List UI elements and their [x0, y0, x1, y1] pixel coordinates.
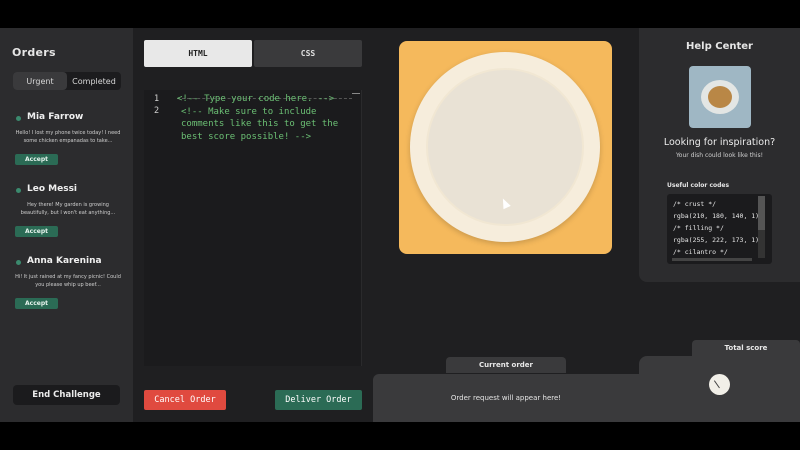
deliver-order-button[interactable]: Deliver Order: [275, 390, 362, 410]
empanada-graphic: [708, 86, 732, 108]
total-score-label: Total score: [692, 340, 800, 356]
preview-panel: Current order Order request will appear …: [373, 28, 639, 422]
order-message: Hello! I lost my phone twice today! I ne…: [15, 130, 121, 144]
color-code-line: /* filling */: [673, 224, 724, 232]
horizontal-scrollbar[interactable]: [672, 258, 752, 261]
tab-completed[interactable]: Completed: [67, 72, 121, 90]
editor-scrollbar[interactable]: [352, 93, 360, 94]
cancel-order-button[interactable]: Cancel Order: [144, 390, 226, 410]
line-number: 1: [154, 94, 160, 104]
color-codes-label: Useful color codes: [667, 182, 730, 189]
tab-css[interactable]: CSS: [254, 40, 362, 67]
order-message: Hi! It just rained at my fancy picnic! C…: [15, 274, 121, 288]
tab-html[interactable]: HTML: [144, 40, 252, 67]
code-line: best score possible! -->: [181, 131, 312, 142]
status-dot-icon: [16, 188, 21, 193]
score-panel: [639, 356, 800, 422]
vertical-scrollbar-thumb[interactable]: [758, 196, 765, 230]
clock-icon: [709, 374, 730, 395]
order-message: Hey there! My garden is growing beautifu…: [20, 202, 116, 216]
color-code-line: /* cilantro */: [673, 248, 728, 256]
color-codes-box[interactable]: /* crust */ rgba(210, 180, 140, 1) /* fi…: [667, 194, 772, 264]
tab-urgent[interactable]: Urgent: [13, 72, 67, 90]
code-line: <!-- Type your code here. -->: [177, 94, 335, 104]
color-code-line: rgba(210, 180, 140, 1): [673, 212, 760, 220]
color-code-line: rgba(255, 222, 173, 1): [673, 236, 760, 244]
orders-sidebar: Orders Urgent Completed Mia Farrow Hello…: [0, 28, 133, 422]
orders-filter: Urgent Completed: [13, 72, 121, 90]
status-dot-icon: [16, 116, 21, 121]
inspiration-question: Looking for inspiration?: [663, 137, 776, 148]
app-frame: Orders Urgent Completed Mia Farrow Hello…: [0, 28, 800, 422]
customer-name: Mia Farrow: [27, 112, 84, 122]
code-line: <!-- Make sure to include: [181, 106, 317, 117]
color-code-line: /* crust */: [673, 200, 717, 208]
code-line: comments like this to get the: [181, 119, 339, 129]
clock-hand: [713, 380, 720, 389]
status-dot-icon: [16, 260, 21, 265]
dish-canvas: [399, 41, 612, 254]
customer-name: Leo Messi: [27, 184, 78, 194]
accept-button[interactable]: Accept: [15, 154, 58, 165]
code-area[interactable]: 1 2 <!-- Type your code here. --> <!-- M…: [144, 90, 362, 366]
customer-name: Anna Karenina: [27, 256, 102, 266]
inspiration-image: [689, 66, 751, 128]
orders-title: Orders: [12, 46, 56, 59]
help-center-title: Help Center: [686, 41, 753, 52]
current-order-label: Current order: [446, 357, 566, 373]
end-challenge-button[interactable]: End Challenge: [13, 385, 120, 405]
accept-button[interactable]: Accept: [15, 226, 58, 237]
plate-graphic: [410, 52, 600, 242]
order-request-panel: Order request will appear here!: [373, 374, 639, 422]
line-number: 2: [154, 106, 160, 116]
order-request-text: Order request will appear here!: [450, 394, 562, 402]
help-center-panel: Help Center Looking for inspiration? You…: [639, 28, 800, 282]
accept-button[interactable]: Accept: [15, 298, 58, 309]
inspiration-subtitle: Your dish could look like this!: [675, 152, 764, 159]
code-editor-panel: HTML CSS 1 2 <!-- Type your code here. -…: [133, 28, 373, 422]
